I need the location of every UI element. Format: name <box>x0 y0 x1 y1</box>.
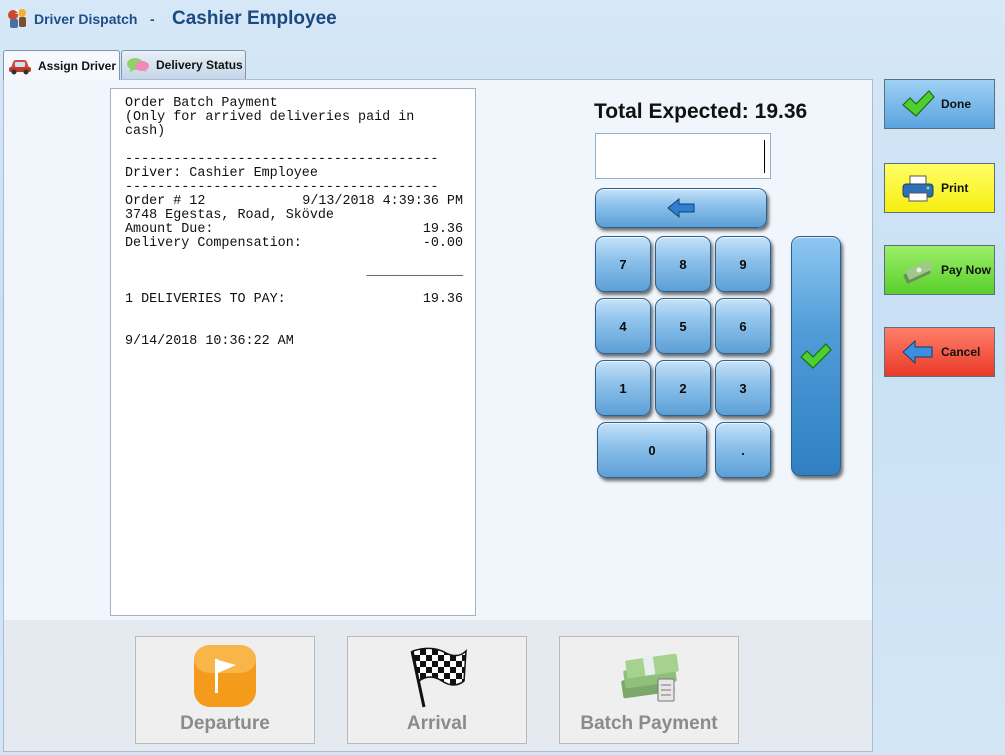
departure-button[interactable]: Departure <box>135 636 315 744</box>
pay-now-label: Pay Now <box>941 263 992 277</box>
key-7[interactable]: 7 <box>595 236 651 292</box>
receipt-address: 3748 Egestas, Road, Skövde <box>125 208 334 223</box>
total-expected: Total Expected: 19.36 <box>594 100 808 123</box>
key-5[interactable]: 5 <box>655 298 711 354</box>
receipt-divider: --------------------------------------- <box>125 152 439 167</box>
amount-input[interactable] <box>595 133 771 179</box>
tab-assign-driver[interactable]: Assign Driver <box>3 50 120 80</box>
checkered-flag-icon <box>410 647 467 708</box>
text-caret <box>764 140 765 173</box>
key-4[interactable]: 4 <box>595 298 651 354</box>
batch-payment-label: Batch Payment <box>580 713 718 734</box>
arrival-button[interactable]: Arrival <box>347 636 527 744</box>
arrival-label: Arrival <box>406 713 468 734</box>
speech-bubbles-icon <box>127 58 149 73</box>
money-stack-icon <box>621 653 679 702</box>
key-0[interactable]: 0 <box>597 422 707 478</box>
backspace-button[interactable] <box>595 188 767 228</box>
done-label: Done <box>941 97 971 111</box>
receipt-amount-row: Amount Due: 19.36 <box>125 223 463 237</box>
main-panel: Order Batch Payment (Only for arrived de… <box>3 79 873 752</box>
cancel-label: Cancel <box>941 345 981 359</box>
back-arrow-icon <box>902 339 933 365</box>
enter-button[interactable] <box>791 236 841 476</box>
key-2[interactable]: 2 <box>655 360 711 416</box>
pay-now-button[interactable]: Pay Now <box>884 245 995 295</box>
receipt-underline: ____________ <box>366 264 463 279</box>
key-6[interactable]: 6 <box>715 298 771 354</box>
receipt-note: (Only for arrived deliveries paid in <box>125 110 415 125</box>
receipt-title: Order Batch Payment <box>125 96 278 111</box>
checkmark-icon <box>902 90 935 117</box>
receipt-driver: Driver: Cashier Employee <box>125 166 318 181</box>
svg-text:5: 5 <box>15 8 19 16</box>
receipt-blank <box>125 139 463 153</box>
printer-icon <box>902 175 934 202</box>
receipt-deliveries-value: 19.36 <box>422 292 463 307</box>
checkmark-icon <box>800 343 832 369</box>
done-button[interactable]: Done <box>884 79 995 129</box>
print-label: Print <box>941 181 969 195</box>
tab-delivery-status-label: Delivery Status <box>156 58 243 72</box>
key-decimal[interactable]: . <box>715 422 771 478</box>
tab-delivery-status[interactable]: Delivery Status <box>121 50 246 79</box>
cancel-button[interactable]: Cancel <box>884 327 995 377</box>
back-arrow-icon <box>667 197 695 219</box>
receipt-printed-at: 9/14/2018 10:36:22 AM <box>125 334 294 349</box>
receipt-deliveries-row: 1 DELIVERIES TO PAY: 19.36 <box>125 293 463 307</box>
receipt-order-row: Order # 12 9/13/2018 4:39:36 PM <box>125 195 463 209</box>
receipt-compensation-value: -0.00 <box>422 236 463 251</box>
title-bar: 5 Driver Dispatch - Cashier Employee <box>0 0 1005 40</box>
app-name: Driver Dispatch <box>34 11 138 27</box>
app-logo-icon: 5 <box>8 8 26 28</box>
receipt-amount-value: 19.36 <box>422 222 463 237</box>
receipt-deliveries-label: 1 DELIVERIES TO PAY: <box>125 292 286 307</box>
departure-label: Departure <box>180 713 270 734</box>
key-3[interactable]: 3 <box>715 360 771 416</box>
key-8[interactable]: 8 <box>655 236 711 292</box>
car-icon <box>9 59 31 74</box>
receipt-note-cont: cash) <box>125 124 166 139</box>
cash-icon <box>903 260 933 284</box>
receipt-compensation-row: Delivery Compensation: -0.00 <box>125 237 463 251</box>
page-title: Cashier Employee <box>172 8 337 29</box>
tab-assign-driver-label: Assign Driver <box>38 58 117 73</box>
key-9[interactable]: 9 <box>715 236 771 292</box>
print-button[interactable]: Print <box>884 163 995 213</box>
batch-payment-button[interactable]: Batch Payment <box>559 636 739 744</box>
title-separator: - <box>150 11 155 27</box>
receipt-order-number: Order # 12 <box>125 194 206 209</box>
receipt-compensation-label: Delivery Compensation: <box>125 236 302 251</box>
receipt-order-datetime: 9/13/2018 4:39:36 PM <box>302 194 463 209</box>
key-1[interactable]: 1 <box>595 360 651 416</box>
departure-flag-icon <box>194 645 256 707</box>
receipt-preview: Order Batch Payment (Only for arrived de… <box>110 88 476 616</box>
receipt-divider: --------------------------------------- <box>125 180 439 195</box>
receipt-amount-label: Amount Due: <box>125 222 214 237</box>
receipt-underline-row: ____________ <box>125 265 463 279</box>
